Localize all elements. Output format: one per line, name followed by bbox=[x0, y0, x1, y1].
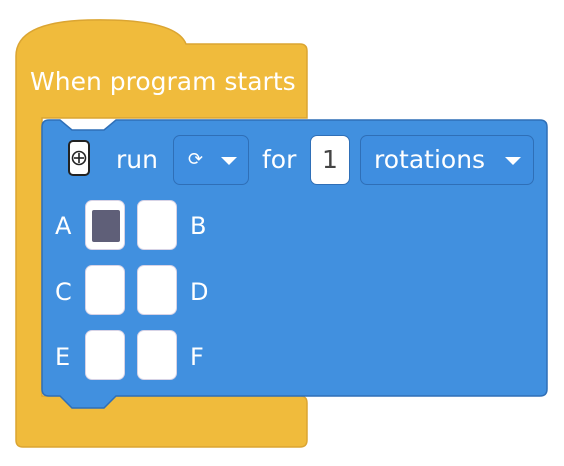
port-b-toggle[interactable] bbox=[137, 200, 177, 250]
port-c-toggle[interactable] bbox=[85, 265, 125, 315]
chevron-down-icon bbox=[221, 157, 237, 165]
run-label: run bbox=[116, 145, 158, 174]
for-label: for bbox=[262, 145, 297, 174]
port-label-d: D bbox=[190, 278, 209, 306]
rotation-amount-input[interactable]: 1 bbox=[310, 135, 350, 185]
direction-dropdown[interactable]: ⟳ bbox=[173, 135, 249, 185]
port-d-toggle[interactable] bbox=[137, 265, 177, 315]
port-label-b: B bbox=[190, 212, 207, 240]
clockwise-icon: ⟳ bbox=[188, 149, 204, 170]
port-label-a: A bbox=[55, 212, 72, 240]
unit-dropdown[interactable]: rotations bbox=[360, 135, 534, 185]
port-f-toggle[interactable] bbox=[137, 330, 177, 380]
chevron-down-icon bbox=[505, 157, 521, 165]
motor-icon bbox=[68, 140, 90, 176]
port-label-c: C bbox=[55, 278, 72, 306]
port-a-toggle[interactable] bbox=[85, 200, 125, 250]
unit-label: rotations bbox=[374, 145, 486, 174]
port-e-toggle[interactable] bbox=[85, 330, 125, 380]
port-label-e: E bbox=[55, 343, 71, 371]
hat-block-label: When program starts bbox=[30, 67, 296, 96]
port-label-f: F bbox=[190, 343, 204, 371]
